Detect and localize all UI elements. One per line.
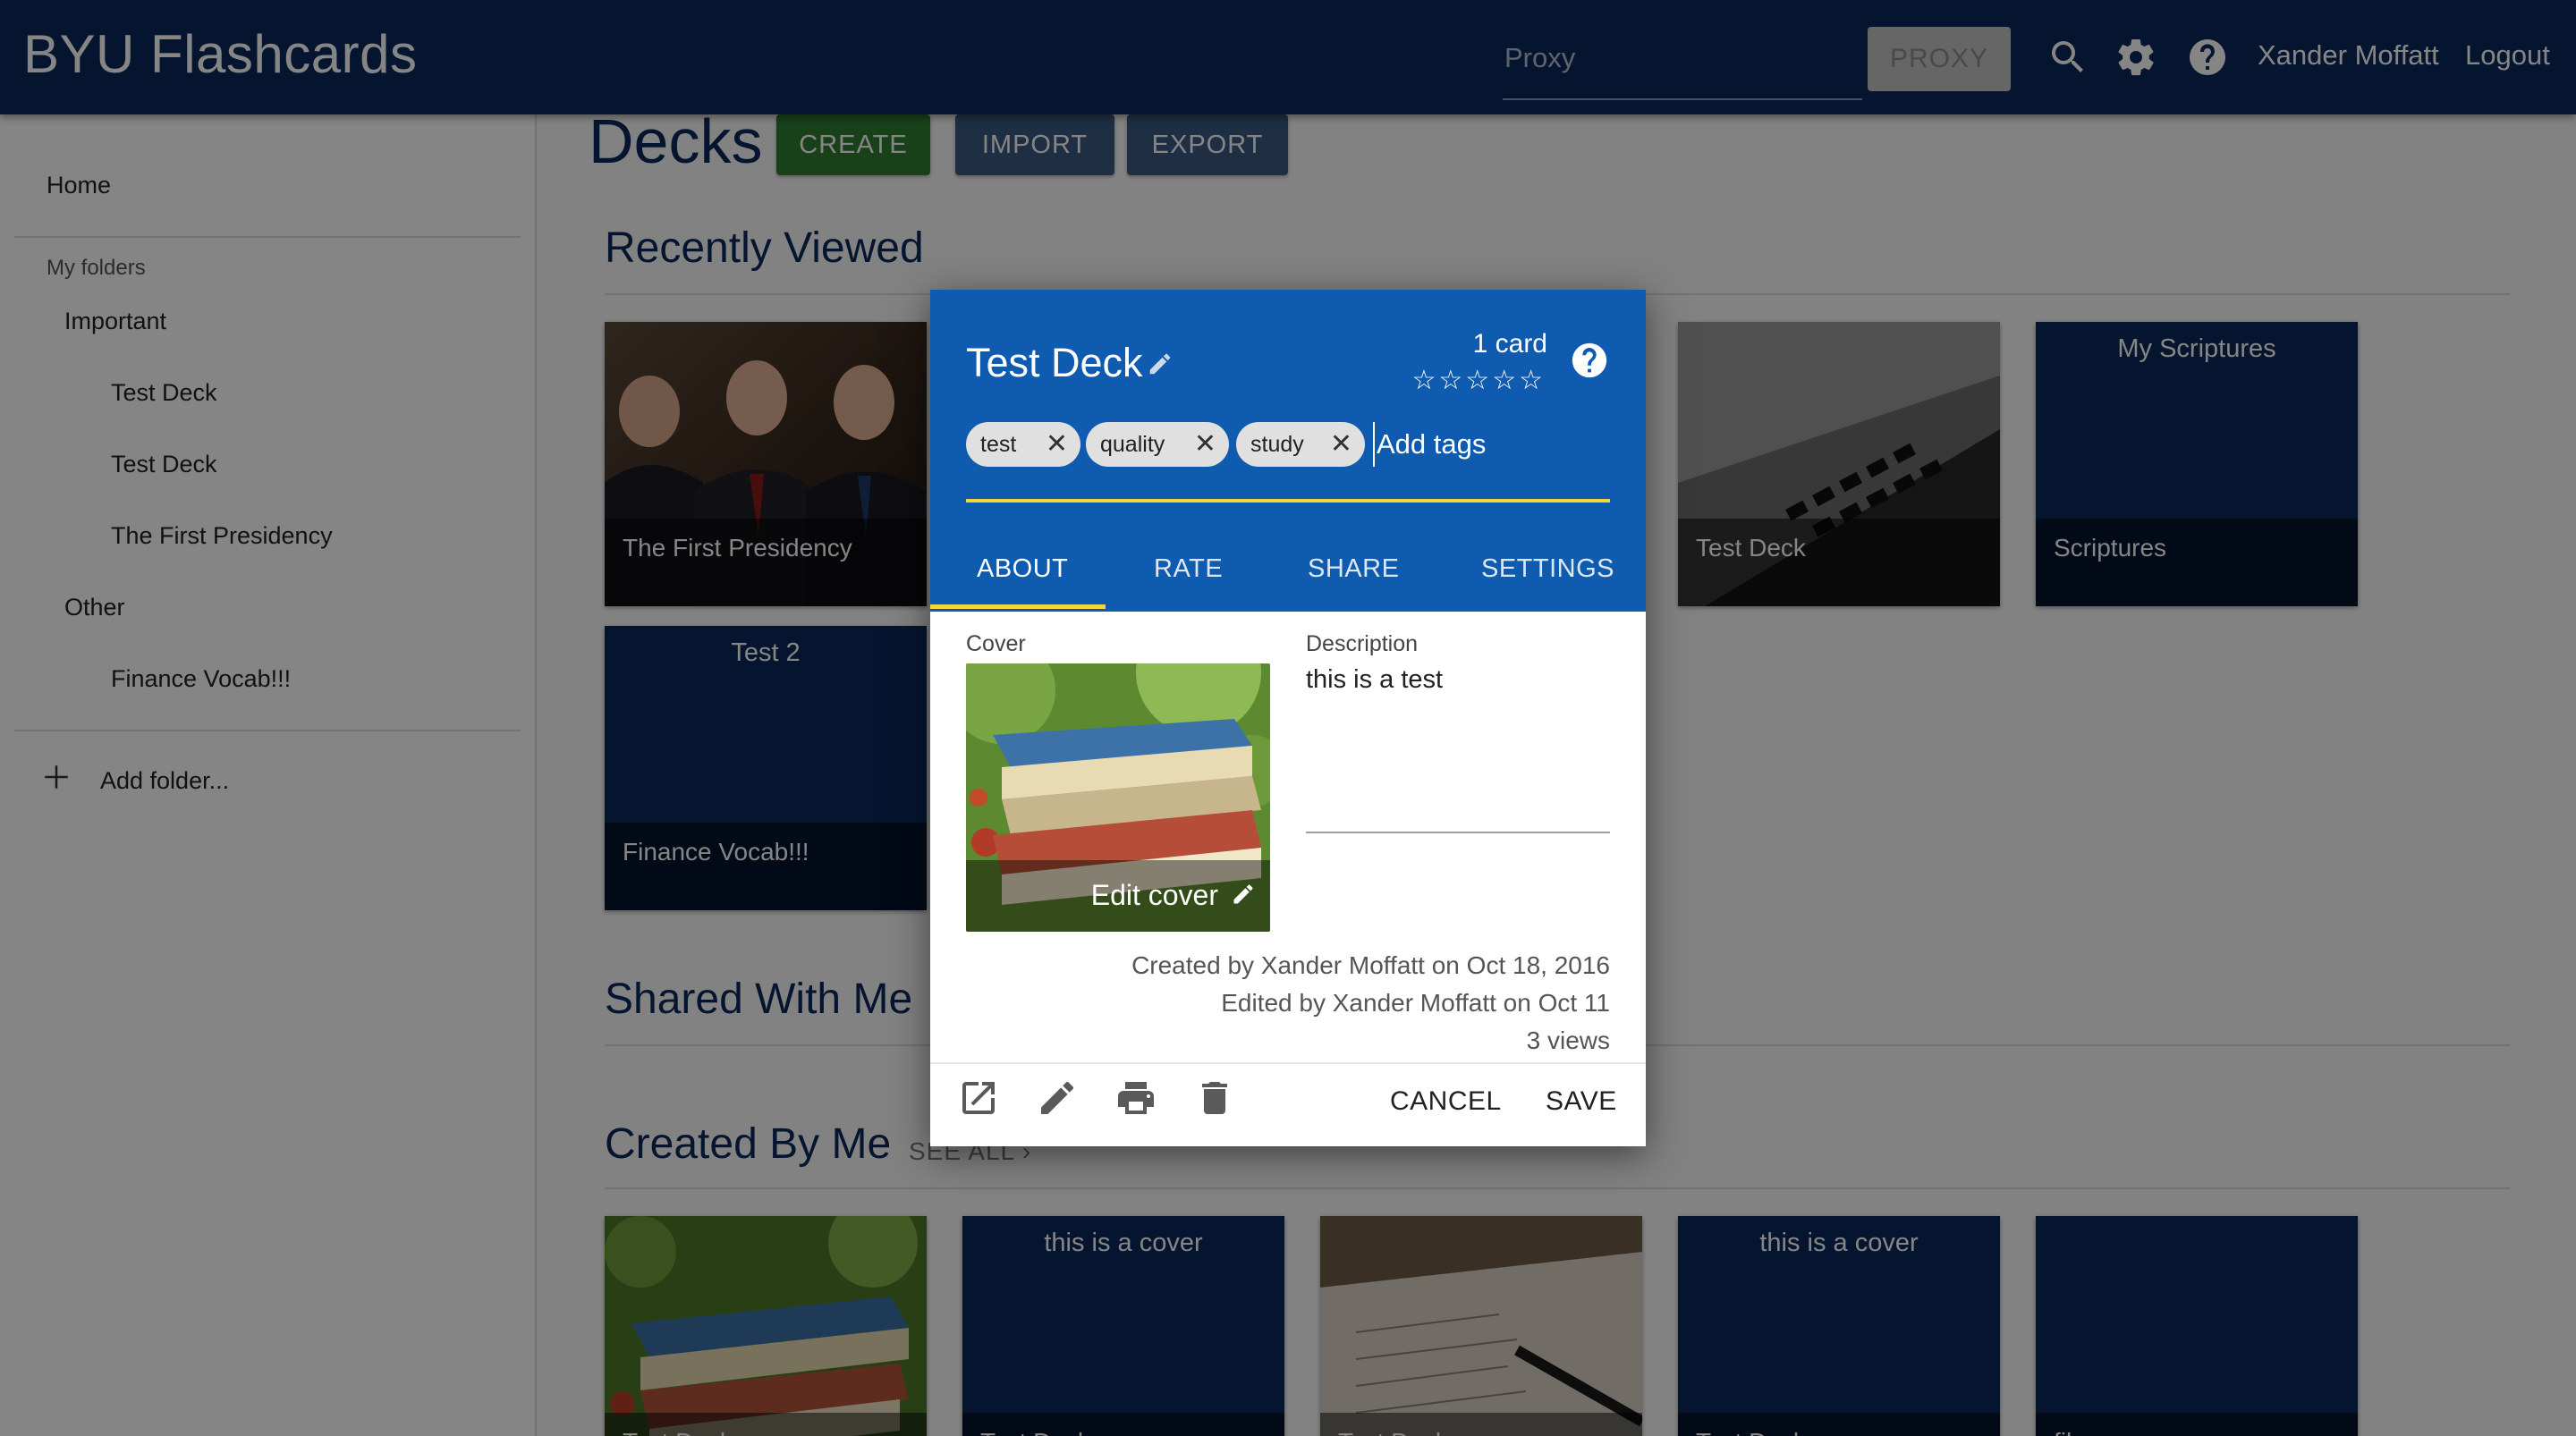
view-count: 3 views [1526, 1026, 1610, 1054]
remove-tag-icon[interactable]: ✕ [1330, 422, 1352, 467]
tab-settings[interactable]: SETTINGS [1481, 554, 1614, 584]
active-tab-indicator [930, 604, 1106, 609]
pencil-icon [1233, 884, 1253, 904]
description-field[interactable]: this is a test [1306, 665, 1443, 695]
tag-label: study [1250, 432, 1304, 457]
tag-chip: study ✕ [1236, 422, 1365, 467]
dialog-footer-divider [930, 1062, 1646, 1064]
tag-chip: test ✕ [966, 422, 1080, 467]
add-tags-input[interactable] [1373, 422, 1606, 467]
tag-label: quality [1100, 432, 1165, 457]
rating-stars[interactable]: ☆☆☆☆☆ [1412, 365, 1546, 396]
dialog-title: Test Deck [966, 340, 1143, 385]
tag-chip: quality ✕ [1086, 422, 1229, 467]
description-label: Description [1306, 631, 1419, 656]
edit-icon[interactable] [1036, 1077, 1079, 1119]
tab-share[interactable]: SHARE [1308, 554, 1399, 584]
remove-tag-icon[interactable]: ✕ [1046, 422, 1068, 467]
edit-cover-label: Edit cover [1090, 879, 1218, 911]
save-button[interactable]: SAVE [1546, 1086, 1617, 1117]
tag-input-underline [966, 499, 1610, 503]
delete-icon[interactable] [1193, 1077, 1236, 1119]
description-underline [1306, 832, 1610, 833]
card-count: 1 card [1472, 329, 1547, 359]
cover-label: Cover [966, 631, 1026, 656]
cover-image[interactable]: Edit cover [966, 663, 1270, 932]
help-icon[interactable] [1569, 340, 1610, 381]
cancel-button[interactable]: CANCEL [1390, 1086, 1502, 1117]
dialog-header: Test Deck 1 card ☆☆☆☆☆ test ✕ quality ✕ … [930, 290, 1646, 612]
remove-tag-icon[interactable]: ✕ [1194, 422, 1216, 467]
deck-details-dialog: Test Deck 1 card ☆☆☆☆☆ test ✕ quality ✕ … [930, 290, 1646, 1146]
print-icon[interactable] [1114, 1077, 1157, 1119]
edited-info: Edited by Xander Moffatt on Oct 11 [1221, 989, 1610, 1017]
created-info: Created by Xander Moffatt on Oct 18, 201… [1131, 951, 1610, 979]
tag-label: test [980, 432, 1017, 457]
tab-about[interactable]: ABOUT [977, 554, 1068, 584]
open-in-new-icon[interactable] [957, 1077, 1000, 1119]
edit-title-icon[interactable] [1147, 351, 1174, 377]
tab-rate[interactable]: RATE [1154, 554, 1223, 584]
